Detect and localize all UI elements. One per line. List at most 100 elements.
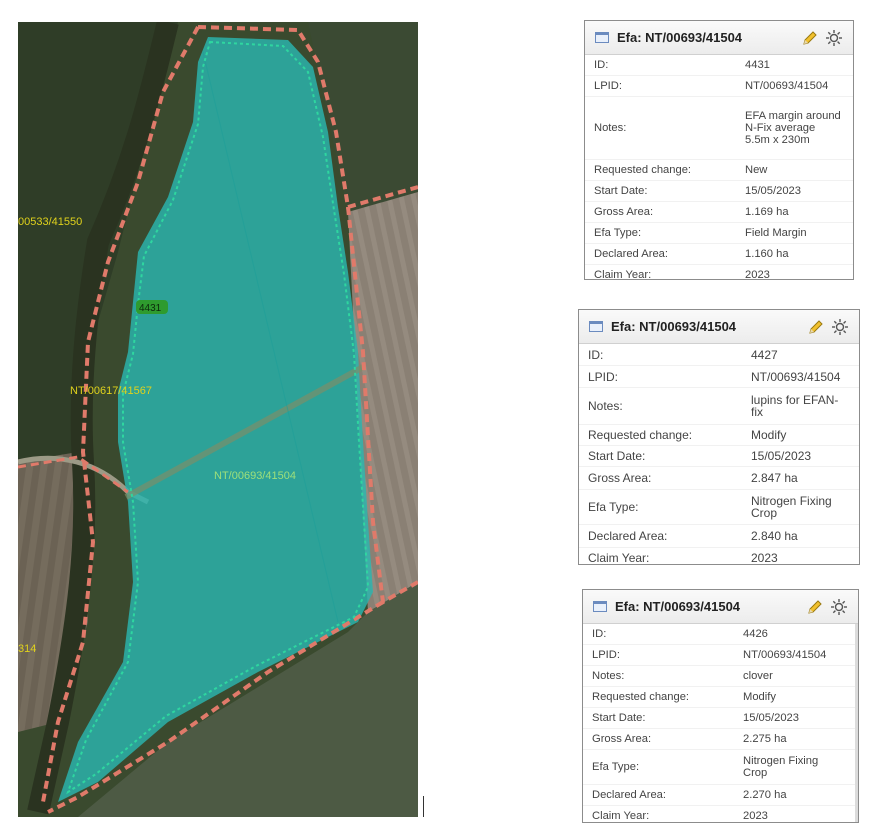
field-value: 4426 — [743, 628, 768, 640]
row-claim-year: Claim Year: 2023 — [583, 806, 858, 822]
field-label: Claim Year: — [588, 551, 650, 565]
field-label: Efa Type: — [594, 227, 642, 239]
field-value: NT/00693/41504 — [745, 80, 829, 92]
panel-title: Efa: NT/00693/41504 — [617, 30, 743, 45]
field-label: ID: — [592, 628, 607, 640]
row-notes: Notes: EFA margin around N-Fix average 5.… — [585, 97, 853, 160]
row-id: ID: 4426 — [583, 624, 858, 645]
efa-panel-4427: Efa: NT/00693/41504 ID: 4427 LPID: NT/0069… — [578, 309, 860, 565]
field-value: NT/00693/41504 — [751, 369, 841, 384]
id-badge-4431[interactable]: 4431 — [139, 303, 162, 314]
row-declared-area: Declared Area: 1.160 ha — [585, 244, 853, 265]
row-gross-area: Gross Area: 2.847 ha — [579, 467, 859, 490]
row-gross-area: Gross Area: 1.169 ha — [585, 202, 853, 223]
row-id: ID: 4431 — [585, 55, 853, 76]
field-value: 2023 — [751, 551, 778, 565]
pencil-icon[interactable] — [806, 598, 824, 616]
field-label: Notes: — [594, 122, 627, 134]
window-icon — [589, 321, 603, 332]
field-label: LPID: — [594, 80, 622, 92]
efa-panel-4426: Efa: NT/00693/41504 ID: 4426 LPID: NT/0069… — [582, 589, 859, 823]
panel-body: ID: 4431 LPID: NT/00693/41504 Notes: EFA ma… — [585, 55, 853, 280]
field-value: 4427 — [751, 347, 778, 362]
row-requested-change: Requested change: Modify — [579, 425, 859, 446]
field-label: Efa Type: — [592, 761, 640, 773]
field-value: NT/00693/41504 — [743, 649, 827, 661]
field-label: Declared Area: — [588, 529, 668, 543]
field-value: 1.160 ha — [745, 248, 789, 260]
field-label: Claim Year: — [594, 269, 652, 280]
aerial-map[interactable]: 00533/41550 4431 NT/00617/41567 NT/00693… — [18, 22, 418, 817]
row-claim-year: Claim Year: 2023 — [585, 265, 853, 280]
field-label: Gross Area: — [592, 733, 652, 745]
field-value: 15/05/2023 — [751, 449, 812, 463]
field-value: 2.275 ha — [743, 733, 787, 745]
parcel-label-41567: NT/00617/41567 — [70, 385, 152, 397]
scrollbar[interactable] — [855, 624, 858, 822]
row-notes: Notes: clover — [583, 666, 858, 687]
field-value: 2.847 ha — [751, 471, 798, 485]
field-label: Start Date: — [588, 449, 646, 463]
row-lpid: LPID: NT/00693/41504 — [583, 645, 858, 666]
field-value: 2.270 ha — [743, 789, 787, 801]
gear-icon[interactable] — [830, 598, 848, 616]
gear-icon[interactable] — [825, 29, 843, 47]
row-requested-change: Requested change: Modify — [583, 687, 858, 708]
field-label: Gross Area: — [588, 471, 652, 485]
efa-panel-4431: Efa: NT/00693/41504 ID: 4431 LPID: NT/0069… — [584, 20, 854, 280]
row-notes: Notes: lupins for EFAN-fix — [579, 388, 859, 425]
field-label: ID: — [594, 59, 609, 71]
field-label: Start Date: — [594, 185, 648, 197]
field-value: 15/05/2023 — [743, 712, 799, 724]
row-gross-area: Gross Area: 2.275 ha — [583, 729, 858, 750]
field-value: Nitrogen Fixing Crop — [751, 494, 832, 520]
parcel-label-314: 314 — [18, 643, 36, 655]
row-start-date: Start Date: 15/05/2023 — [579, 446, 859, 467]
field-label: Declared Area: — [594, 248, 669, 260]
field-label: Gross Area: — [594, 206, 654, 218]
field-value: 1.169 ha — [745, 206, 789, 218]
field-label: Declared Area: — [592, 789, 667, 801]
row-declared-area: Declared Area: 2.270 ha — [583, 785, 858, 806]
parcel-label-41550: 00533/41550 — [18, 216, 82, 228]
panel-body: ID: 4427 LPID: NT/00693/41504 Notes: lupins… — [579, 344, 859, 565]
field-label: Notes: — [588, 399, 623, 413]
window-icon — [593, 601, 607, 612]
field-value: 2023 — [745, 269, 770, 280]
panel-header: Efa: NT/00693/41504 — [579, 310, 859, 344]
panel-header: Efa: NT/00693/41504 — [583, 590, 858, 624]
gear-icon[interactable] — [831, 318, 849, 336]
field-value: Field Margin — [745, 227, 807, 239]
row-efa-type: Efa Type: Nitrogen Fixing Crop — [583, 750, 858, 785]
field-label: Efa Type: — [588, 500, 639, 514]
field-value: 2.840 ha — [751, 529, 798, 543]
field-value: 4431 — [745, 59, 770, 71]
field-label: LPID: — [588, 369, 619, 384]
panel-title: Efa: NT/00693/41504 — [611, 319, 737, 334]
field-label: Requested change: — [592, 691, 690, 703]
parcel-label-41504: NT/00693/41504 — [214, 470, 296, 482]
row-lpid: LPID: NT/00693/41504 — [579, 366, 859, 388]
field-label: ID: — [588, 347, 604, 362]
field-value: lupins for EFAN-fix — [751, 393, 839, 419]
field-value: clover — [743, 670, 773, 682]
field-label: Notes: — [592, 670, 625, 682]
row-declared-area: Declared Area: 2.840 ha — [579, 525, 859, 548]
pencil-icon[interactable] — [807, 318, 825, 336]
field-label: Requested change: — [594, 164, 692, 176]
row-start-date: Start Date: 15/05/2023 — [583, 708, 858, 729]
field-value: 2023 — [743, 810, 768, 822]
field-value: Modify — [743, 691, 776, 703]
field-label: Start Date: — [592, 712, 646, 724]
window-icon — [595, 32, 609, 43]
field-value: 15/05/2023 — [745, 185, 801, 197]
panel-title: Efa: NT/00693/41504 — [615, 599, 741, 614]
field-value: Modify — [751, 428, 787, 442]
panel-header: Efa: NT/00693/41504 — [585, 21, 853, 55]
field-label: Requested change: — [588, 428, 693, 442]
row-efa-type: Efa Type: Field Margin — [585, 223, 853, 244]
text-cursor-line — [423, 796, 424, 817]
row-requested-change: Requested change: New — [585, 160, 853, 181]
map-canvas[interactable]: 00533/41550 4431 NT/00617/41567 NT/00693… — [18, 22, 418, 817]
pencil-icon[interactable] — [801, 29, 819, 47]
